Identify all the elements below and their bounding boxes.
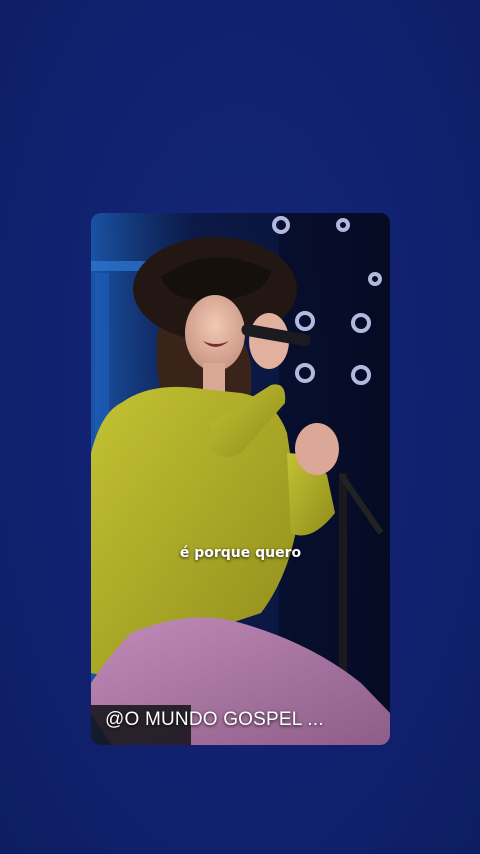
video-player[interactable]: é porque quero @O MUNDO GOSPEL ... — [91, 213, 390, 745]
screen: é porque quero @O MUNDO GOSPEL ... — [0, 0, 480, 854]
video-caption: é porque quero — [179, 545, 302, 561]
channel-handle[interactable]: @O MUNDO GOSPEL ... — [105, 709, 324, 731]
video-frame — [91, 213, 390, 745]
